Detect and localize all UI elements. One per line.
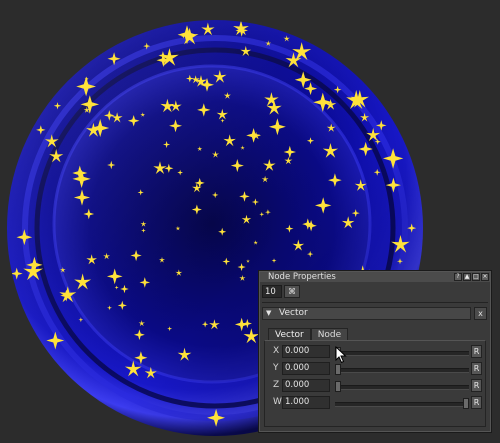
panel-title: Node Properties: [268, 272, 336, 282]
x-reset-button[interactable]: R: [471, 345, 482, 358]
panel-titlebar[interactable]: Node Properties ? ▲ □ ×: [260, 272, 490, 282]
section-label: Vector: [279, 308, 308, 318]
param-row-y: Y 0.000 R: [265, 362, 485, 376]
close-panel-button[interactable]: ×: [481, 273, 489, 281]
vector-section-header[interactable]: ▼ Vector: [262, 307, 471, 320]
w-reset-button[interactable]: R: [471, 396, 482, 409]
w-slider[interactable]: [335, 398, 469, 409]
tab-content: X 0.000 R Y 0.000 R Z 0.000 R W 1.000 R: [264, 340, 486, 427]
pin-icon[interactable]: ⌘: [284, 285, 300, 298]
node-index-field[interactable]: 10: [262, 285, 282, 298]
z-reset-button[interactable]: R: [471, 379, 482, 392]
mouse-cursor-icon: [335, 346, 347, 364]
param-label: Y: [273, 363, 279, 373]
x-value-field[interactable]: 0.000: [282, 345, 330, 358]
expand-arrow-icon: ▼: [266, 309, 272, 317]
w-slider-handle[interactable]: [463, 398, 469, 409]
collapse-button[interactable]: ▲: [463, 273, 471, 281]
divider: [262, 302, 488, 303]
param-row-z: Z 0.000 R: [265, 379, 485, 393]
param-label: X: [273, 346, 280, 356]
help-button[interactable]: ?: [454, 273, 462, 281]
x-slider[interactable]: [335, 347, 469, 358]
z-slider[interactable]: [335, 381, 469, 392]
z-slider-handle[interactable]: [335, 381, 341, 392]
z-value-field[interactable]: 0.000: [282, 379, 330, 392]
node-properties-panel: Node Properties ? ▲ □ × 10 ⌘ ▼ Vector x …: [258, 270, 492, 433]
w-value-field[interactable]: 1.000: [282, 396, 330, 409]
maximize-button[interactable]: □: [472, 273, 480, 281]
param-label: W: [273, 397, 282, 407]
param-row-w: W 1.000 R: [265, 396, 485, 410]
param-row-x: X 0.000 R: [265, 345, 485, 359]
section-close-button[interactable]: x: [474, 307, 487, 320]
y-reset-button[interactable]: R: [471, 362, 482, 375]
y-slider[interactable]: [335, 364, 469, 375]
y-value-field[interactable]: 0.000: [282, 362, 330, 375]
y-slider-handle[interactable]: [335, 364, 341, 375]
param-label: Z: [273, 380, 280, 390]
